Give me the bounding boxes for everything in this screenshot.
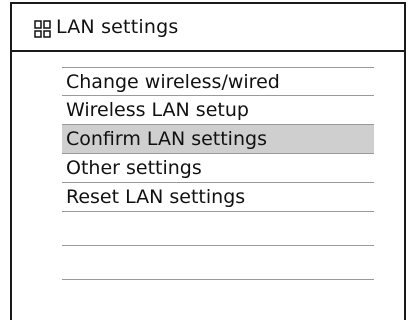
lan-settings-menu: Change wireless/wired Wireless LAN setup… <box>62 67 374 280</box>
menu-item-reset-lan-settings[interactable]: Reset LAN settings <box>62 183 374 212</box>
menu-item-confirm-lan-settings[interactable]: Confirm LAN settings <box>62 125 374 154</box>
network-settings-icon <box>34 20 51 38</box>
empty-menu-row <box>62 246 374 280</box>
title-bar: LAN settings <box>12 4 404 52</box>
menu-item-wireless-lan-setup[interactable]: Wireless LAN setup <box>62 96 374 125</box>
menu-item-other-settings[interactable]: Other settings <box>62 154 374 183</box>
empty-menu-row <box>62 212 374 246</box>
menu-item-change-wireless-wired[interactable]: Change wireless/wired <box>62 67 374 96</box>
lan-settings-screen: LAN settings Change wireless/wired Wirel… <box>10 2 406 320</box>
page-title: LAN settings <box>56 16 179 38</box>
